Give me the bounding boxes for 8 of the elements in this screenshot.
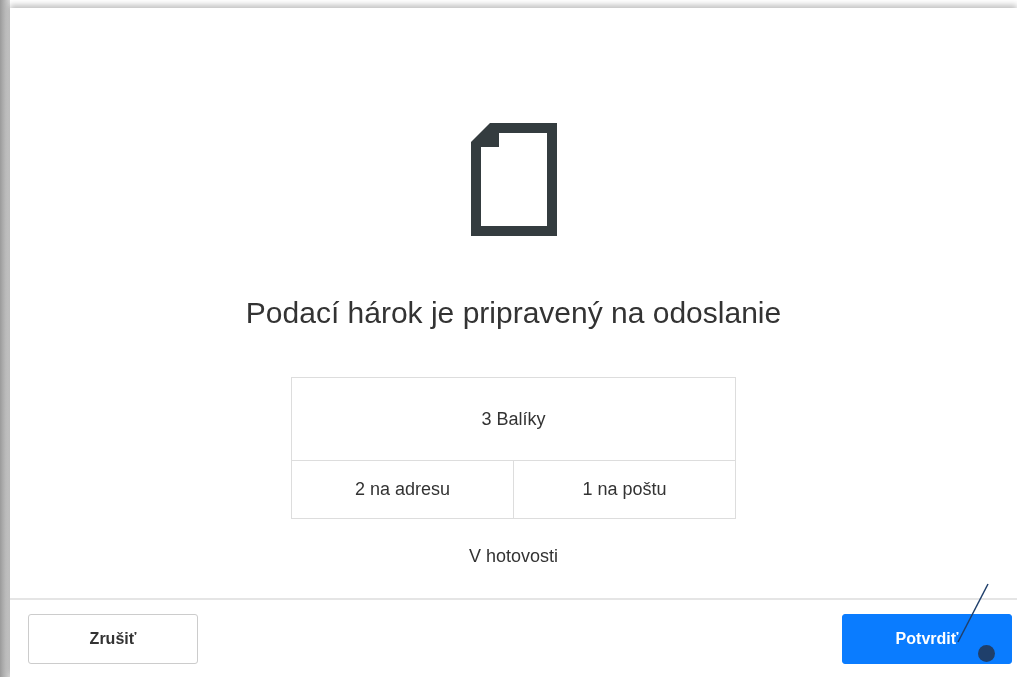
count-cell-text: 2 na adresu [353,478,452,501]
count-cell: 1 na poštu [513,461,735,518]
confirm-button[interactable]: Potvrdiť [842,613,1012,664]
payment-method: V hotovosti [468,545,559,568]
total-count: 3 Balíky [292,378,735,461]
cancel-button[interactable]: Zrušiť [28,613,198,664]
dialog-title: Podací hárok je pripravený na odoslanie [245,295,782,331]
callout-dot [978,644,995,662]
